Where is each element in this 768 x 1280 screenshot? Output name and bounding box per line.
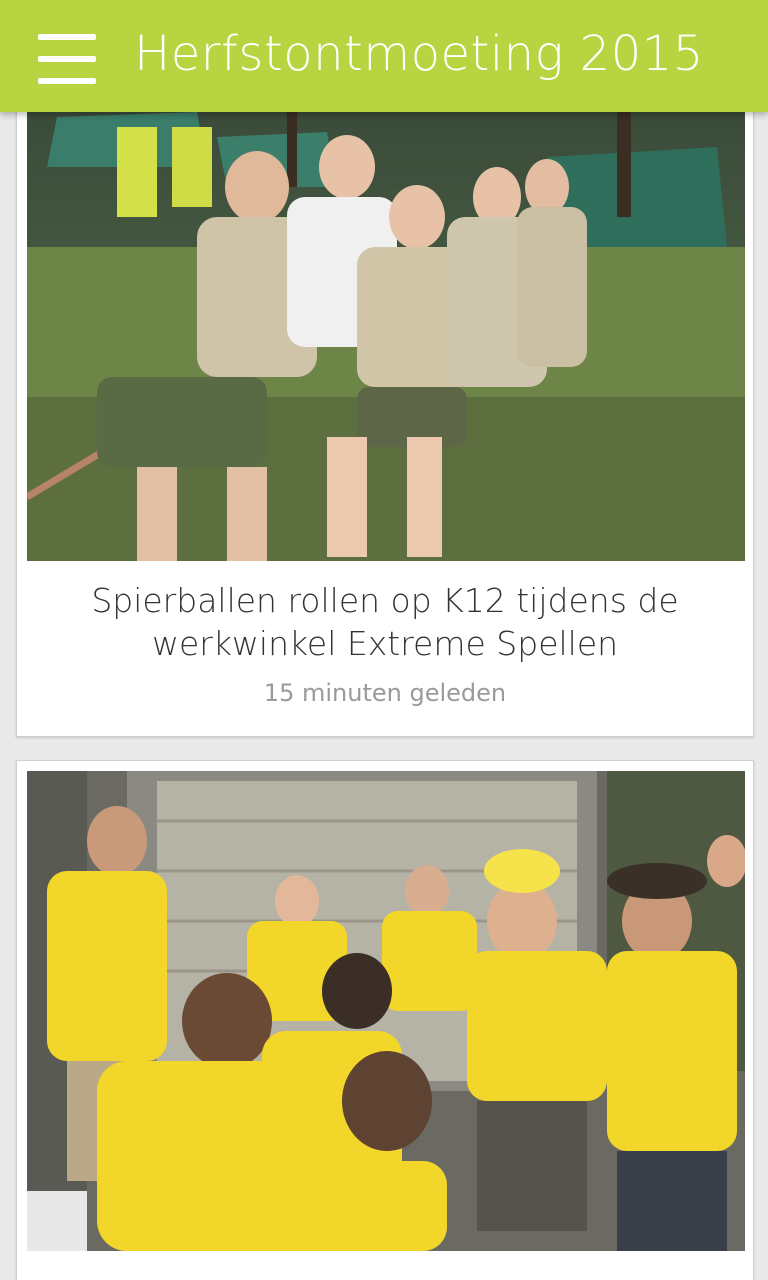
hamburger-menu-icon[interactable] xyxy=(38,34,96,86)
app-title: Herfstontmoeting 2015 xyxy=(134,26,704,82)
tug-of-war-photo xyxy=(27,97,745,561)
news-timestamp: 15 minuten geleden xyxy=(263,679,507,707)
sis-team-photo xyxy=(27,771,745,1251)
news-card[interactable]: Spierballen rollen op K12 tijdens de wer… xyxy=(16,96,754,737)
news-headline[interactable]: Spierballen rollen op K12 tijdens de wer… xyxy=(57,579,713,665)
news-photo-sis-team[interactable] xyxy=(27,771,745,1251)
news-photo-tug-of-war[interactable] xyxy=(27,97,745,561)
news-feed[interactable]: Spierballen rollen op K12 tijdens de wer… xyxy=(0,0,768,1280)
news-card[interactable] xyxy=(16,760,754,1280)
app-bar: Herfstontmoeting 2015 xyxy=(0,0,768,112)
